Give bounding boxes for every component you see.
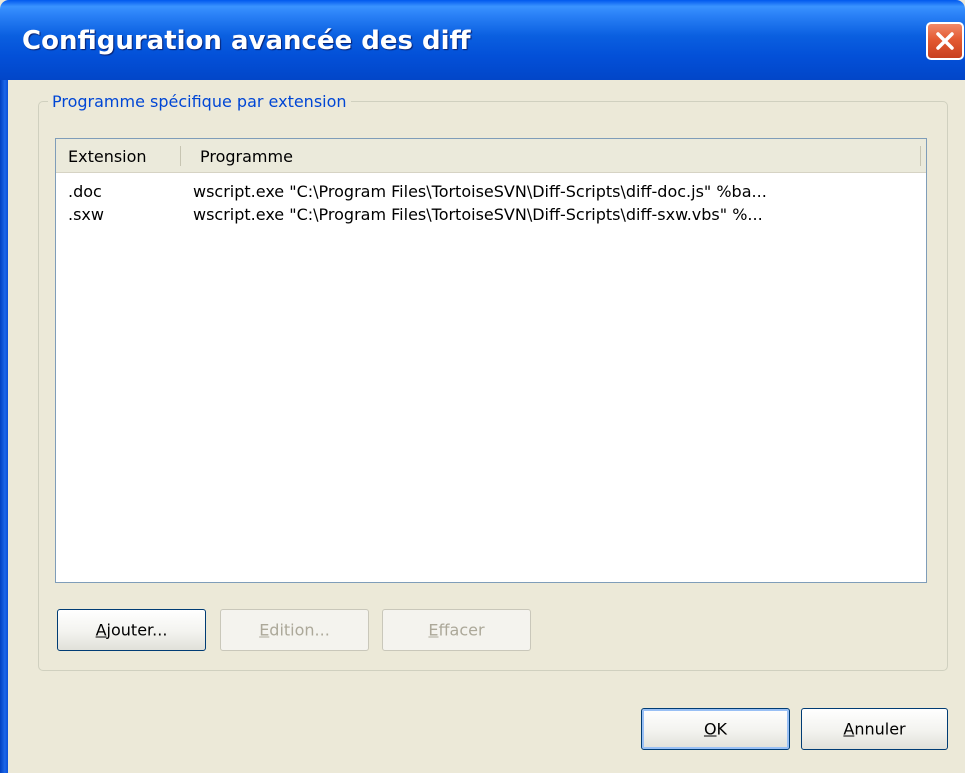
list-row[interactable]: .sxw wscript.exe "C:\Program Files\Torto… [56, 205, 926, 227]
column-header-program[interactable]: Programme [200, 139, 293, 172]
row-extension: .sxw [68, 205, 104, 224]
ok-button-mnemonic: O [703, 719, 717, 739]
column-header-extension[interactable]: Extension [68, 139, 147, 172]
row-extension: .doc [68, 182, 102, 201]
delete-button[interactable]: Effacer [382, 609, 531, 651]
list-row[interactable]: .doc wscript.exe "C:\Program Files\Torto… [56, 182, 926, 204]
delete-button-mnemonic: E [428, 620, 439, 640]
window-left-border [0, 80, 8, 773]
list-header: Extension Programme [56, 139, 926, 173]
edit-button[interactable]: Edition... [220, 609, 369, 651]
title-bar[interactable]: Configuration avancée des diff [0, 0, 965, 80]
groupbox-label: Programme spécifique par extension [48, 92, 351, 111]
extension-program-list[interactable]: Extension Programme .doc wscript.exe "C:… [55, 138, 927, 583]
close-icon [936, 32, 954, 50]
window-title: Configuration avancée des diff [22, 26, 471, 56]
add-button-mnemonic: A [95, 620, 107, 640]
ok-button-label: K [716, 719, 728, 739]
ok-button[interactable]: OK [641, 708, 790, 750]
row-program: wscript.exe "C:\Program Files\TortoiseSV… [193, 182, 767, 201]
cancel-button-label: nnuler [854, 719, 906, 739]
add-button[interactable]: Ajouter... [57, 609, 206, 651]
cancel-button-mnemonic: A [843, 719, 855, 739]
column-separator[interactable] [920, 146, 921, 166]
delete-button-label: ffacer [438, 620, 485, 640]
close-button[interactable] [926, 22, 964, 60]
add-button-label: jouter... [106, 620, 168, 640]
cancel-button[interactable]: Annuler [801, 708, 948, 750]
column-separator[interactable] [180, 146, 181, 166]
edit-button-mnemonic: E [259, 620, 270, 640]
edit-button-label: dition... [269, 620, 330, 640]
row-program: wscript.exe "C:\Program Files\TortoiseSV… [193, 205, 763, 224]
dialog-window: Configuration avancée des diff Programme… [0, 0, 965, 773]
